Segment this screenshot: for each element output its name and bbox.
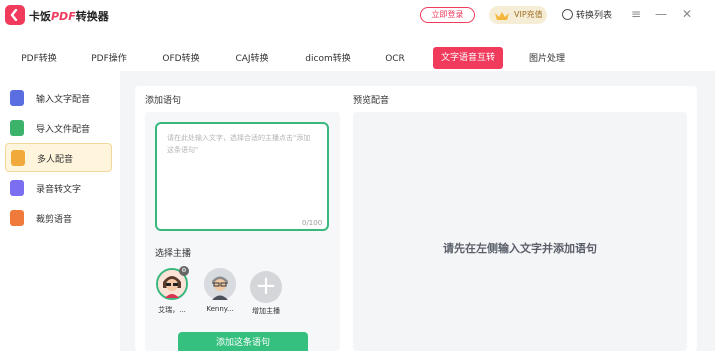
- sidebar-item-file-voice[interactable]: 导入文件配音: [5, 114, 112, 143]
- textarea-placeholder: 请在此处输入文字，选择合适的主播点击"添加这条语句": [167, 134, 311, 154]
- add-sentence-heading: 添加语句: [145, 96, 182, 106]
- menu-icon[interactable]: ≡: [629, 7, 643, 21]
- choose-anchor-label: 选择主播: [155, 249, 192, 259]
- text-voice-icon: [10, 90, 24, 106]
- tab-ofd-convert[interactable]: OFD转换: [152, 48, 210, 70]
- tab-pdf-convert[interactable]: PDF转换: [10, 48, 68, 70]
- preview-panel: [353, 112, 687, 351]
- tab-pdf-operate[interactable]: PDF操作: [80, 48, 138, 70]
- tab-text-speech[interactable]: 文字语音互转: [433, 47, 503, 69]
- sidebar-item-label: 输入文字配音: [36, 95, 91, 105]
- app-logo-icon: [5, 5, 25, 25]
- record-text-icon: [10, 180, 24, 196]
- add-sentence-button[interactable]: 添加这条语句: [178, 332, 308, 351]
- sidebar-item-label: 裁剪语音: [36, 215, 73, 225]
- tab-caj-convert[interactable]: CAJ转换: [223, 48, 281, 70]
- vip-label: VIP充值: [514, 10, 543, 19]
- tab-image-process[interactable]: 图片处理: [518, 48, 576, 70]
- sidebar-item-cut-audio[interactable]: 裁剪语音: [5, 204, 112, 233]
- crown-icon: [494, 10, 510, 28]
- main-tabs: PDF转换 PDF操作 OFD转换 CAJ转换 dicom转换 OCR 文字语音…: [0, 45, 715, 71]
- anchor-name-2: Kenny...: [206, 305, 234, 313]
- close-icon[interactable]: ✕: [680, 7, 694, 21]
- preview-heading: 预览配音: [353, 96, 390, 106]
- avatar-illustration: [204, 268, 236, 300]
- sidebar-item-label: 多人配音: [37, 155, 74, 165]
- char-counter: 0/100: [302, 219, 323, 227]
- tab-ocr[interactable]: OCR: [370, 48, 420, 70]
- sidebar-item-record-text[interactable]: 录音转文字: [5, 174, 112, 203]
- title-bar: 卡饭PDF转换器 立即登录 VIP充值 转换列表 ≡ — ✕: [0, 0, 715, 33]
- convert-list-button[interactable]: 转换列表: [562, 8, 612, 21]
- sidebar-item-multi-voice[interactable]: 多人配音: [5, 143, 112, 172]
- sidebar-item-text-voice[interactable]: 输入文字配音: [5, 84, 112, 113]
- convert-list-label: 转换列表: [576, 11, 613, 21]
- app-title: 卡饭PDF转换器: [29, 10, 109, 23]
- preview-empty-message: 请先在左侧输入文字并添加语句: [443, 242, 597, 255]
- sidebar-item-label: 导入文件配音: [36, 125, 91, 135]
- vip-recharge-button[interactable]: VIP充值: [489, 6, 547, 24]
- tab-dicom-convert[interactable]: dicom转换: [296, 48, 360, 70]
- sidebar: 输入文字配音 导入文件配音 多人配音 录音转文字 裁剪语音: [0, 71, 120, 351]
- add-anchor-button[interactable]: +: [250, 271, 282, 303]
- convert-list-icon: [562, 9, 573, 20]
- multi-voice-icon: [11, 150, 25, 166]
- login-button[interactable]: 立即登录: [420, 7, 475, 23]
- add-anchor-label: 增加主播: [252, 307, 280, 315]
- file-voice-icon: [10, 120, 24, 136]
- anchor-name-1: 艾瑞，...: [158, 306, 186, 314]
- cut-audio-icon: [10, 210, 24, 226]
- minimize-icon[interactable]: —: [654, 7, 668, 21]
- sidebar-item-label: 录音转文字: [36, 185, 82, 195]
- anchor-avatar-2[interactable]: [204, 268, 236, 300]
- settings-icon[interactable]: ⚙: [179, 266, 189, 276]
